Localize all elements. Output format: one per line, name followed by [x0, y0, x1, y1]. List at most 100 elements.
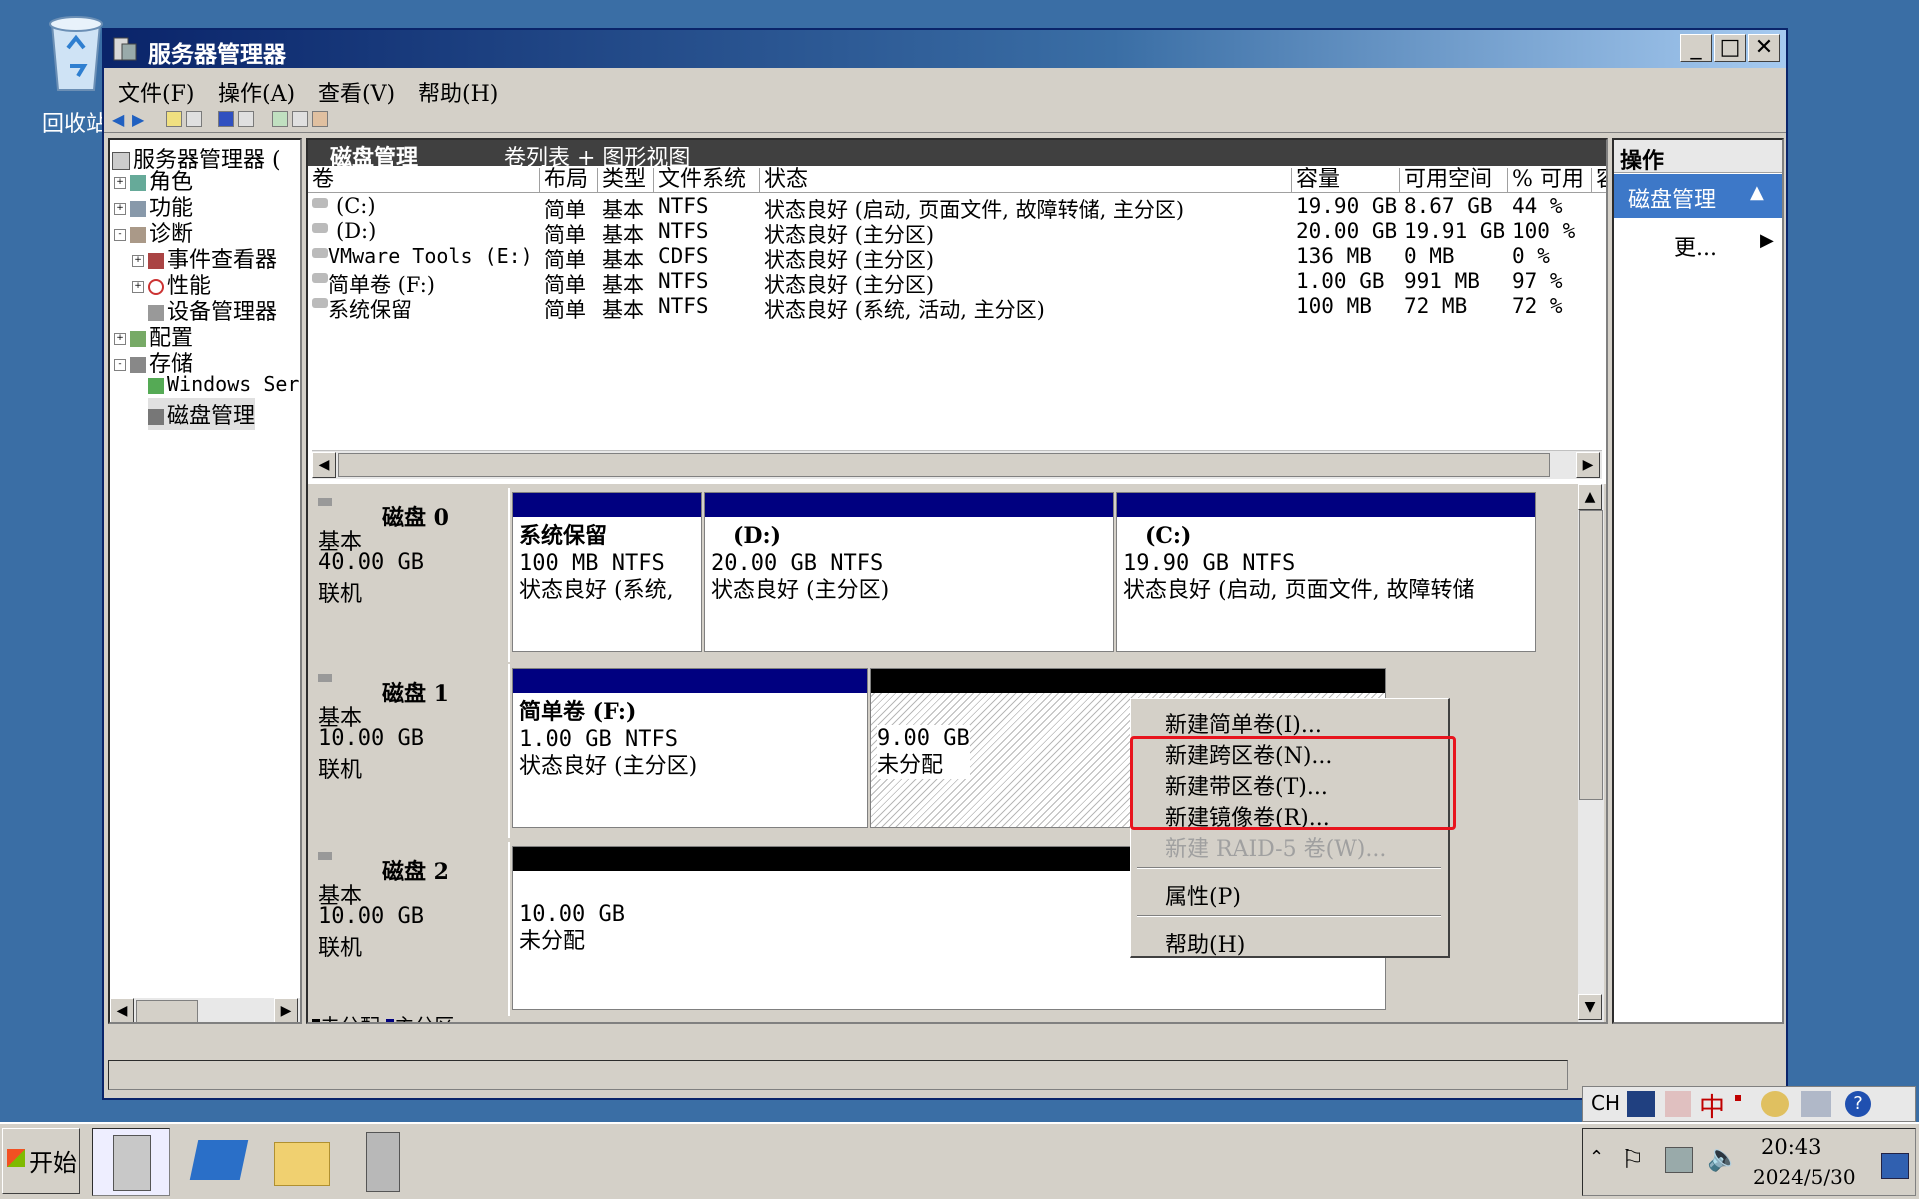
disk-icon — [318, 498, 332, 506]
unallocated-bar — [871, 669, 1385, 693]
ime-help-icon[interactable]: ? — [1845, 1091, 1871, 1117]
volume-icon — [312, 273, 328, 283]
menu-item-help[interactable]: 帮助(H) — [1165, 927, 1245, 959]
maximize-button[interactable]: □ — [1714, 34, 1746, 62]
column-capacity[interactable]: 容量 — [1292, 168, 1400, 192]
ime-handwriting-icon[interactable] — [1665, 1091, 1691, 1117]
primary-partition-bar — [1117, 493, 1535, 517]
table-row[interactable]: 简单卷 (F:) 简单 基本 NTFS 状态良好 (主分区) 1.00 GB 9… — [308, 269, 1606, 297]
graph-vertical-scrollbar[interactable]: ▲ ▼ — [1578, 484, 1604, 1022]
menu-file[interactable]: 文件(F) — [118, 76, 194, 108]
start-button[interactable]: 开始 — [2, 1128, 80, 1194]
actions-more[interactable]: 更... — [1674, 230, 1717, 262]
disk-state: 联机 — [318, 758, 363, 783]
disk-2-info[interactable]: 磁盘 2 基本 10.00 GB 联机 — [310, 842, 510, 1016]
menu-help[interactable]: 帮助(H) — [418, 76, 498, 108]
disk-1-info[interactable]: 磁盘 1 基本 10.00 GB 联机 — [310, 664, 510, 838]
primary-partition-bar — [705, 493, 1113, 517]
menu-item-properties[interactable]: 属性(P) — [1165, 879, 1241, 911]
collapse-icon: ▲ — [1750, 182, 1764, 203]
ime-language[interactable]: CH — [1591, 1091, 1620, 1115]
scroll-right-button[interactable]: ▶ — [1576, 452, 1600, 478]
tree-item-disk-management[interactable]: 磁盘管理 — [148, 398, 256, 430]
navigation-tree: 服务器管理器 ( + 角色 + 功能 - 诊断 + 事件查看器 + 性能 设备管理器 + 配… — [108, 138, 302, 1024]
show-desktop-button[interactable] — [1881, 1153, 1909, 1179]
title-bar[interactable]: 服务器管理器 _ □ ✕ — [104, 30, 1786, 68]
disk-0-info[interactable]: 磁盘 0 基本 40.00 GB 联机 — [310, 488, 510, 662]
system-tray: ⌃ ⚐ 🔈 20:43 2024/5/30 — [1582, 1128, 1916, 1196]
tree-item-windows-server-backup[interactable]: Windows Ser — [148, 372, 299, 396]
table-row[interactable]: VMware Tools (E:) 简单 基本 CDFS 状态良好 (主分区) … — [308, 244, 1606, 272]
volume-list-horizontal-scrollbar[interactable]: ◀ ▶ — [312, 450, 1602, 479]
column-status[interactable]: 状态 — [760, 168, 1292, 192]
tree-horizontal-scrollbar[interactable]: ◀ ▶ — [110, 998, 300, 1022]
show-hide-action-pane-icon[interactable] — [238, 111, 254, 127]
table-row[interactable]: (D:) 简单 基本 NTFS 状态良好 (主分区) 20.00 GB 19.9… — [308, 219, 1606, 247]
taskbar-computer-management[interactable] — [344, 1128, 422, 1196]
scroll-thumb[interactable] — [1579, 510, 1603, 800]
server-manager-window: 服务器管理器 _ □ ✕ 文件(F) 操作(A) 查看(V) 帮助(H) ◀ ▶… — [102, 28, 1788, 1100]
partition-c[interactable]: (C:) 19.90 GB NTFS 状态良好 (启动, 页面文件, 故障转储 — [1116, 492, 1536, 652]
server-manager-icon — [113, 37, 137, 61]
help-icon[interactable] — [218, 111, 234, 127]
column-filesystem[interactable]: 文件系统 — [654, 168, 760, 192]
ime-options-icon[interactable] — [1801, 1091, 1831, 1117]
column-percent-free[interactable]: % 可用 — [1508, 168, 1592, 192]
scroll-left-button[interactable]: ◀ — [110, 998, 134, 1022]
ime-settings-icon[interactable] — [1761, 1091, 1789, 1117]
column-volume[interactable]: 卷 — [308, 168, 540, 192]
primary-partition-bar — [513, 493, 701, 517]
column-free-space[interactable]: 可用空间 — [1400, 168, 1508, 192]
table-row[interactable]: 系统保留 简单 基本 NTFS 状态良好 (系统, 活动, 主分区) 100 M… — [308, 294, 1606, 322]
taskbar-powershell[interactable] — [180, 1128, 258, 1196]
partition-system-reserved[interactable]: 系统保留 100 MB NTFS 状态良好 (系统, — [512, 492, 702, 652]
tray-clock-date[interactable]: 2024/5/30 — [1753, 1165, 1856, 1189]
minimize-button[interactable]: _ — [1680, 34, 1712, 62]
scroll-thumb[interactable] — [136, 1000, 198, 1022]
ime-pinyin-icon[interactable] — [1627, 1091, 1655, 1117]
scroll-down-button[interactable]: ▼ — [1578, 994, 1602, 1020]
volume-icon — [312, 223, 328, 233]
properties-icon[interactable] — [292, 111, 308, 127]
partition-d[interactable]: (D:) 20.00 GB NTFS 状态良好 (主分区) — [704, 492, 1114, 652]
folder-icon — [274, 1142, 330, 1186]
show-hide-tree-icon[interactable] — [186, 111, 202, 127]
column-layout[interactable]: 布局 — [540, 168, 598, 192]
backup-icon — [148, 377, 164, 394]
disk-state: 联机 — [318, 582, 363, 607]
export-icon[interactable] — [312, 111, 328, 127]
forward-icon[interactable]: ▶ — [132, 110, 144, 129]
network-icon[interactable] — [1665, 1147, 1693, 1173]
ime-punctuation-icon[interactable] — [1735, 1095, 1741, 1101]
back-icon[interactable]: ◀ — [112, 110, 124, 129]
refresh-icon[interactable] — [272, 111, 288, 127]
show-hidden-icons-button[interactable]: ⌃ — [1589, 1147, 1604, 1168]
menu-action[interactable]: 操作(A) — [218, 76, 295, 108]
performance-icon — [148, 279, 164, 295]
disk-size: 40.00 GB — [318, 550, 424, 575]
ime-mode[interactable]: 中 — [1699, 1087, 1725, 1124]
tray-clock-time[interactable]: 20:43 — [1761, 1135, 1822, 1159]
menu-item-new-simple-volume[interactable]: 新建简单卷(I)... — [1165, 707, 1322, 739]
column-type[interactable]: 类型 — [598, 168, 654, 192]
up-folder-icon[interactable] — [166, 111, 182, 127]
column-fault-tolerance[interactable]: 容 — [1592, 168, 1606, 192]
scroll-left-button[interactable]: ◀ — [312, 452, 336, 478]
action-center-flag-icon[interactable]: ⚐ — [1621, 1145, 1644, 1175]
taskbar-explorer[interactable] — [262, 1128, 340, 1196]
close-button[interactable]: ✕ — [1748, 34, 1780, 62]
menu-view[interactable]: 查看(V) — [318, 76, 395, 108]
partition-f[interactable]: 简单卷 (F:) 1.00 GB NTFS 状态良好 (主分区) — [512, 668, 868, 828]
taskbar-server-manager[interactable] — [92, 1128, 170, 1196]
volume-list: (C:) 简单 基本 NTFS 状态良好 (启动, 页面文件, 故障转储, 主分… — [308, 194, 1606, 324]
cd-volume-icon — [312, 248, 328, 258]
actions-section-disk-management[interactable]: 磁盘管理 ▲ — [1614, 174, 1782, 218]
powershell-icon — [189, 1140, 249, 1180]
volume-muted-icon[interactable]: 🔈 — [1707, 1143, 1739, 1173]
disk-state: 联机 — [318, 936, 363, 961]
table-row[interactable]: (C:) 简单 基本 NTFS 状态良好 (启动, 页面文件, 故障转储, 主分… — [308, 194, 1606, 222]
recycle-bin-icon — [49, 16, 103, 91]
scroll-up-button[interactable]: ▲ — [1578, 484, 1602, 510]
scroll-thumb[interactable] — [338, 453, 1550, 477]
scroll-right-button[interactable]: ▶ — [274, 998, 298, 1022]
